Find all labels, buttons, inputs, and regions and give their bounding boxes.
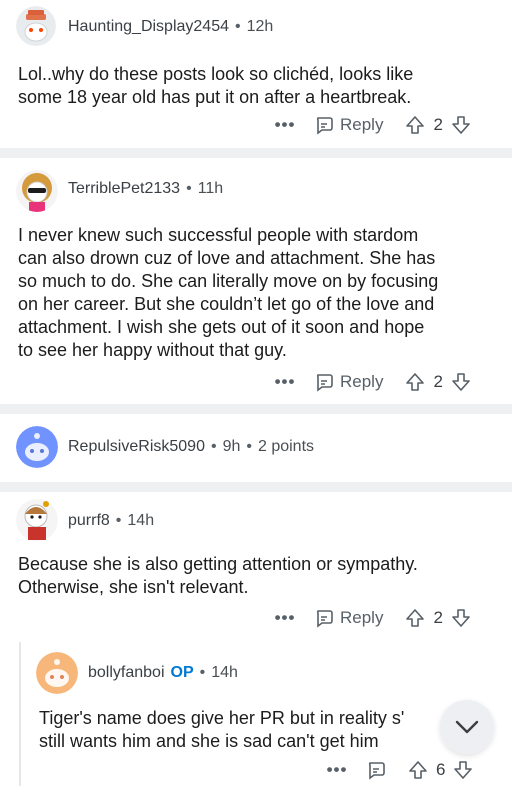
comment-actions: ••• Reply 2 xyxy=(274,603,471,633)
body-line: some 18 year old has put it on after a h… xyxy=(18,87,412,107)
username[interactable]: bollyfanboi xyxy=(88,664,165,682)
comment-actions: ••• 6 xyxy=(326,755,473,785)
more-icon[interactable]: ••• xyxy=(274,115,296,135)
comment-meta: RepulsiveRisk5090 • 9h • 2 points xyxy=(68,438,314,456)
body-line: Lol..why do these posts look so clichéd,… xyxy=(18,64,414,84)
username[interactable]: Haunting_Display2454 xyxy=(68,18,229,36)
more-icon[interactable]: ••• xyxy=(274,372,296,392)
divider xyxy=(0,482,512,492)
avatar[interactable] xyxy=(16,6,56,46)
upvote-icon[interactable] xyxy=(405,115,425,135)
vote-control: 2 xyxy=(405,608,470,628)
downvote-icon[interactable] xyxy=(451,372,471,392)
collapsed-comment[interactable]: RepulsiveRisk5090 • 9h • 2 points xyxy=(0,414,512,482)
body-line: I never knew such successful people with… xyxy=(18,225,419,245)
body-line: Tiger's name does give her PR but in rea… xyxy=(39,708,405,728)
comment-meta: Haunting_Display2454 • 12h xyxy=(68,18,273,36)
more-icon[interactable]: ••• xyxy=(326,760,348,780)
avatar[interactable] xyxy=(16,426,58,468)
reply-icon xyxy=(316,610,333,628)
comment-body: Because she is also getting attention or… xyxy=(18,553,418,599)
reply-button[interactable]: Reply xyxy=(314,115,383,135)
reply-label: Reply xyxy=(340,372,384,391)
avatar[interactable] xyxy=(16,170,58,212)
body-line: still wants him and she is sad can't get… xyxy=(39,731,379,751)
vote-control: 2 xyxy=(405,115,470,135)
body-line: to see her happy without that guy. xyxy=(18,340,287,360)
body-line: so much to do. She can literally move on… xyxy=(18,271,439,291)
comment-actions: ••• Reply 2 xyxy=(274,110,471,140)
vote-count: 2 xyxy=(433,115,443,134)
comment-body: Tiger's name does give her PR but in rea… xyxy=(39,707,404,753)
scroll-down-button[interactable] xyxy=(440,700,494,754)
timestamp: 12h xyxy=(246,18,274,35)
timestamp: 11h xyxy=(197,180,224,197)
downvote-icon[interactable] xyxy=(451,115,471,135)
vote-count: 2 xyxy=(433,372,443,391)
upvote-icon[interactable] xyxy=(405,372,425,392)
body-line: attachment. I wish she gets out of it so… xyxy=(18,317,425,337)
vote-control: 6 xyxy=(408,760,473,780)
vote-control: 2 xyxy=(405,372,470,392)
avatar[interactable] xyxy=(16,498,58,542)
comment-body: I never knew such successful people with… xyxy=(18,224,438,362)
divider xyxy=(0,148,512,158)
reply-button[interactable]: Reply xyxy=(314,372,383,392)
avatar[interactable] xyxy=(36,652,78,694)
separator-dot: • xyxy=(246,438,252,455)
comment-meta: bollyfanboi OP • 14h xyxy=(88,664,238,682)
divider xyxy=(0,404,512,414)
downvote-icon[interactable] xyxy=(453,760,473,780)
separator-dot: • xyxy=(235,18,241,35)
nested-reply: bollyfanboi OP • 14h Tiger's name does g… xyxy=(20,642,512,786)
separator-dot: • xyxy=(186,180,192,197)
reply-button[interactable] xyxy=(366,760,386,780)
timestamp: 9h xyxy=(222,438,241,455)
timestamp: 14h xyxy=(211,664,238,681)
upvote-icon[interactable] xyxy=(405,608,425,628)
reply-icon xyxy=(368,762,385,780)
username[interactable]: TerriblePet2133 xyxy=(68,180,180,198)
body-line: Because she is also getting attention or… xyxy=(18,554,418,574)
comment-body: Lol..why do these posts look so clichéd,… xyxy=(18,63,413,109)
downvote-icon[interactable] xyxy=(451,608,471,628)
reply-icon xyxy=(316,117,333,135)
username[interactable]: RepulsiveRisk5090 xyxy=(68,438,205,456)
separator-dot: • xyxy=(115,512,122,529)
comment-meta: TerriblePet2133 • 11h xyxy=(68,180,223,198)
timestamp: 14h xyxy=(127,512,155,529)
upvote-icon[interactable] xyxy=(408,760,428,780)
separator-dot: • xyxy=(199,664,206,681)
comment-2: TerriblePet2133 • 11h I never knew such … xyxy=(0,158,512,404)
vote-count: 2 xyxy=(433,608,443,627)
comment-meta: purrf8 • 14h xyxy=(68,512,154,530)
reply-label: Reply xyxy=(340,608,384,627)
op-badge: OP xyxy=(170,664,194,681)
body-line: on her career. But she couldn’t let go o… xyxy=(18,294,435,314)
vote-count: 6 xyxy=(436,760,446,779)
more-icon[interactable]: ••• xyxy=(274,608,296,628)
reply-button[interactable]: Reply xyxy=(314,608,383,628)
chevron-down-icon xyxy=(455,720,479,734)
points: 2 points xyxy=(257,438,315,455)
body-line: can also drown cuz of love and attachmen… xyxy=(18,248,436,268)
username[interactable]: purrf8 xyxy=(68,512,110,530)
reply-icon xyxy=(316,374,333,392)
comment-actions: ••• Reply 2 xyxy=(274,367,471,397)
reply-label: Reply xyxy=(340,115,384,134)
separator-dot: • xyxy=(210,438,217,455)
comment-1: Haunting_Display2454 • 12h Lol..why do t… xyxy=(0,0,512,148)
body-line: Otherwise, she isn't relevant. xyxy=(18,577,249,597)
